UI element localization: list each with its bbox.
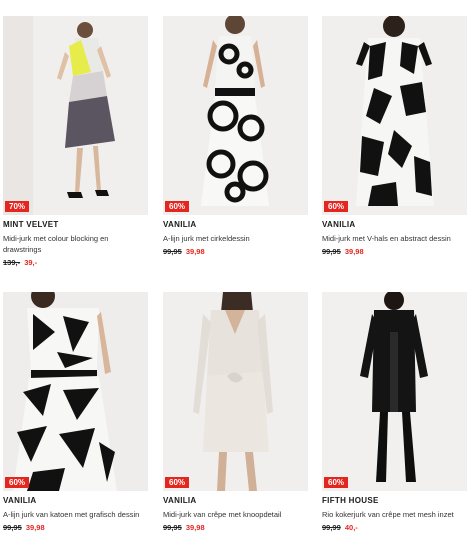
product-price: 139,- 39,- — [3, 258, 148, 268]
sale-price: 40,- — [344, 523, 358, 532]
original-price: 99,95 — [163, 247, 182, 256]
product-card[interactable]: 60% VANILIA A-lijn jurk van katoen met g… — [3, 292, 148, 533]
original-price: 99,99 — [322, 523, 341, 532]
discount-badge: 70% — [5, 201, 30, 212]
product-description[interactable]: A-lijn jurk van katoen met grafisch dess… — [3, 509, 148, 520]
discount-badge: 60% — [165, 477, 190, 488]
product-image[interactable]: 60% — [163, 292, 308, 491]
original-price: 99,95 — [322, 247, 341, 256]
product-price: 99,99 40,- — [322, 523, 467, 533]
product-image[interactable]: 60% — [3, 292, 148, 491]
product-brand[interactable]: FIFTH HOUSE — [322, 496, 467, 506]
product-price: 99,95 39,98 — [3, 523, 148, 533]
discount-badge: 60% — [165, 201, 190, 212]
original-price: 99,95 — [3, 523, 22, 532]
product-price: 99,95 39,98 — [163, 247, 308, 257]
product-card[interactable]: 70% MINT VELVET Midi-jurk met colour blo… — [3, 16, 148, 268]
product-description[interactable]: Midi-jurk van crêpe met knoopdetail — [163, 509, 308, 520]
product-brand[interactable]: MINT VELVET — [3, 220, 148, 230]
product-price: 99,95 39,98 — [163, 523, 308, 533]
product-card[interactable]: 60% VANILIA A-lijn jurk met cirkeldessin… — [163, 16, 308, 257]
original-price: 139,- — [3, 258, 21, 267]
product-card[interactable]: 60% FIFTH HOUSE Rio kokerjurk van crêpe … — [322, 292, 467, 533]
dress-photo-colour-block — [3, 16, 148, 215]
original-price: 99,95 — [163, 523, 182, 532]
product-brand[interactable]: VANILIA — [3, 496, 148, 506]
dress-photo-crepe-knot — [163, 292, 308, 491]
product-description[interactable]: Midi-jurk met colour blocking en drawstr… — [3, 233, 148, 255]
discount-badge: 60% — [324, 201, 349, 212]
product-description[interactable]: Rio kokerjurk van crêpe met mesh inzet — [322, 509, 467, 520]
dress-photo-circle-print — [163, 16, 308, 215]
product-grid: 70% MINT VELVET Midi-jurk met colour blo… — [0, 0, 475, 547]
sale-price: 39,98 — [25, 523, 45, 532]
product-image[interactable]: 70% — [3, 16, 148, 215]
product-card[interactable]: 60% VANILIA Midi-jurk met V-hals en abst… — [322, 16, 467, 257]
product-brand[interactable]: VANILIA — [322, 220, 467, 230]
discount-badge: 60% — [324, 477, 349, 488]
dress-photo-black-sheath — [322, 292, 467, 491]
product-image[interactable]: 60% — [163, 16, 308, 215]
product-image[interactable]: 60% — [322, 16, 467, 215]
product-card[interactable]: 60% VANILIA Midi-jurk van crêpe met knoo… — [163, 292, 308, 533]
dress-photo-graphic-print — [3, 292, 148, 491]
discount-badge: 60% — [5, 477, 30, 488]
dress-photo-abstract-print — [322, 16, 467, 215]
sale-price: 39,- — [24, 258, 38, 267]
sale-price: 39,98 — [185, 523, 205, 532]
product-price: 99,95 39,98 — [322, 247, 467, 257]
product-description[interactable]: A-lijn jurk met cirkeldessin — [163, 233, 308, 244]
product-image[interactable]: 60% — [322, 292, 467, 491]
product-brand[interactable]: VANILIA — [163, 496, 308, 506]
sale-price: 39,98 — [344, 247, 364, 256]
product-description[interactable]: Midi-jurk met V-hals en abstract dessin — [322, 233, 467, 244]
product-brand[interactable]: VANILIA — [163, 220, 308, 230]
sale-price: 39,98 — [185, 247, 205, 256]
